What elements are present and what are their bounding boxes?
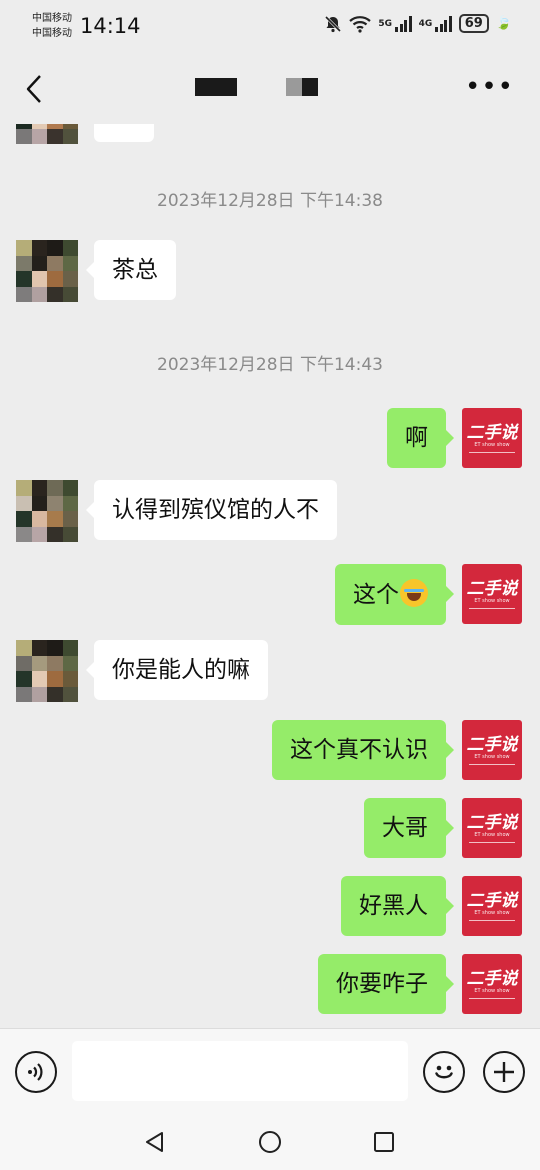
avatar-logo-line xyxy=(469,919,515,921)
avatar-logo-line xyxy=(469,841,515,843)
message-bubble[interactable]: 你要咋子 xyxy=(318,954,454,1014)
network-4g-label: 4G xyxy=(418,18,433,29)
message-input[interactable] xyxy=(72,1041,408,1101)
avatar-logo-sub: ET show show xyxy=(474,597,510,604)
avatar-logo-text: 二手说 xyxy=(466,422,518,443)
carrier-info: 中国移动 中国移动 xyxy=(32,11,72,41)
self-avatar[interactable]: 二手说 ET show show xyxy=(462,408,522,468)
avatar-logo-line xyxy=(469,763,515,765)
emoji-button[interactable] xyxy=(423,1051,465,1093)
avatar-logo-text: 二手说 xyxy=(466,734,518,755)
chat-title-redacted-2 xyxy=(286,78,302,96)
chat-title-redacted xyxy=(195,78,237,96)
avatar-logo-line xyxy=(469,451,515,453)
nav-recent-button[interactable] xyxy=(370,1128,398,1156)
message-timestamp: 2023年12月28日 下午14:38 xyxy=(157,191,383,211)
nav-back-icon xyxy=(146,1132,163,1152)
self-avatar[interactable]: 二手说 ET show show xyxy=(462,876,522,936)
chat-title-redacted-3 xyxy=(302,78,318,96)
message-text: 这个 xyxy=(353,582,399,608)
message-bubble[interactable]: 好黑人 xyxy=(341,876,454,936)
contact-avatar[interactable] xyxy=(16,240,78,302)
avatar-logo-text: 二手说 xyxy=(466,968,518,989)
contact-avatar[interactable] xyxy=(16,640,78,702)
self-avatar[interactable]: 二手说 ET show show xyxy=(462,720,522,780)
nav-recent-icon xyxy=(374,1132,394,1152)
message-bubble[interactable]: 这个 xyxy=(335,564,454,625)
signal-icon xyxy=(395,15,412,32)
chat-area[interactable]: 2023年12月28日 下午14:38 茶总 2023年12月28日 下午14:… xyxy=(0,124,540,1028)
carrier-1: 中国移动 xyxy=(32,13,72,24)
avatar-logo-sub: ET show show xyxy=(474,909,510,916)
nav-home-button[interactable] xyxy=(256,1128,284,1156)
plus-icon xyxy=(494,1062,514,1082)
voice-button[interactable] xyxy=(15,1051,57,1093)
avatar-logo-text: 二手说 xyxy=(466,578,518,599)
avatar-logo-line xyxy=(469,997,515,999)
message-sent: 二手说 ET show show 这个真不认识 xyxy=(272,720,522,780)
avatar-logo-sub: ET show show xyxy=(474,831,510,838)
system-nav-bar xyxy=(0,1112,540,1170)
avatar-logo-text: 二手说 xyxy=(466,812,518,833)
message-bubble[interactable]: 大哥 xyxy=(364,798,454,858)
back-icon[interactable] xyxy=(20,71,50,107)
self-avatar[interactable]: 二手说 ET show show xyxy=(462,954,522,1014)
avatar-logo-sub: ET show show xyxy=(474,753,510,760)
message-sent: 二手说 ET show show 啊 xyxy=(387,408,522,468)
message-bubble[interactable]: 这个真不认识 xyxy=(272,720,454,780)
plus-button[interactable] xyxy=(483,1051,525,1093)
message-received: 你是能人的嘛 xyxy=(16,640,268,702)
avatar-logo-sub: ET show show xyxy=(474,987,510,994)
tears-of-joy-emoji-icon xyxy=(400,579,428,607)
voice-icon xyxy=(28,1063,43,1081)
contact-avatar[interactable] xyxy=(16,480,78,542)
message-bubble[interactable]: 啊 xyxy=(387,408,454,468)
message-bubble[interactable]: 你是能人的嘛 xyxy=(86,640,268,700)
chat-header: ••• xyxy=(0,54,540,124)
battery-icon: 69 xyxy=(458,14,489,33)
signal-icon-2 xyxy=(435,15,452,32)
emoji-icon xyxy=(435,1065,453,1079)
message-received: 认得到殡仪馆的人不 xyxy=(16,480,337,542)
input-bar xyxy=(0,1028,540,1112)
message-bubble[interactable]: 认得到殡仪馆的人不 xyxy=(86,480,337,540)
nav-home-icon xyxy=(259,1131,281,1153)
more-icon[interactable]: ••• xyxy=(465,74,514,100)
self-avatar[interactable]: 二手说 ET show show xyxy=(462,798,522,858)
network-5g-label: 5G xyxy=(378,18,393,29)
message-sent: 二手说 ET show show 好黑人 xyxy=(341,876,522,936)
message-bubble[interactable]: 茶总 xyxy=(86,240,176,300)
status-time: 14:14 xyxy=(80,14,141,38)
message-bubble[interactable] xyxy=(94,124,154,142)
nav-back-button[interactable] xyxy=(141,1128,169,1156)
message-sent: 二手说 ET show show 这个 xyxy=(335,564,522,625)
status-icons: 5G 4G 69 🍃 xyxy=(324,14,512,33)
message-sent: 二手说 ET show show 你要咋子 xyxy=(318,954,522,1014)
carrier-2: 中国移动 xyxy=(32,28,72,39)
message-partial xyxy=(16,124,154,144)
leaf-icon: 🍃 xyxy=(495,16,512,31)
contact-avatar[interactable] xyxy=(16,124,78,144)
avatar-logo-line xyxy=(469,607,515,609)
message-sent: 二手说 ET show show 大哥 xyxy=(364,798,522,858)
message-received: 茶总 xyxy=(16,240,176,302)
avatar-logo-text: 二手说 xyxy=(466,890,518,911)
avatar-logo-sub: ET show show xyxy=(474,441,510,448)
status-bar: 中国移动 中国移动 14:14 5G 4G 69 🍃 xyxy=(0,0,540,54)
message-timestamp: 2023年12月28日 下午14:43 xyxy=(157,355,383,375)
mute-bell-icon xyxy=(325,15,342,32)
wifi-icon xyxy=(349,15,372,33)
self-avatar[interactable]: 二手说 ET show show xyxy=(462,564,522,624)
